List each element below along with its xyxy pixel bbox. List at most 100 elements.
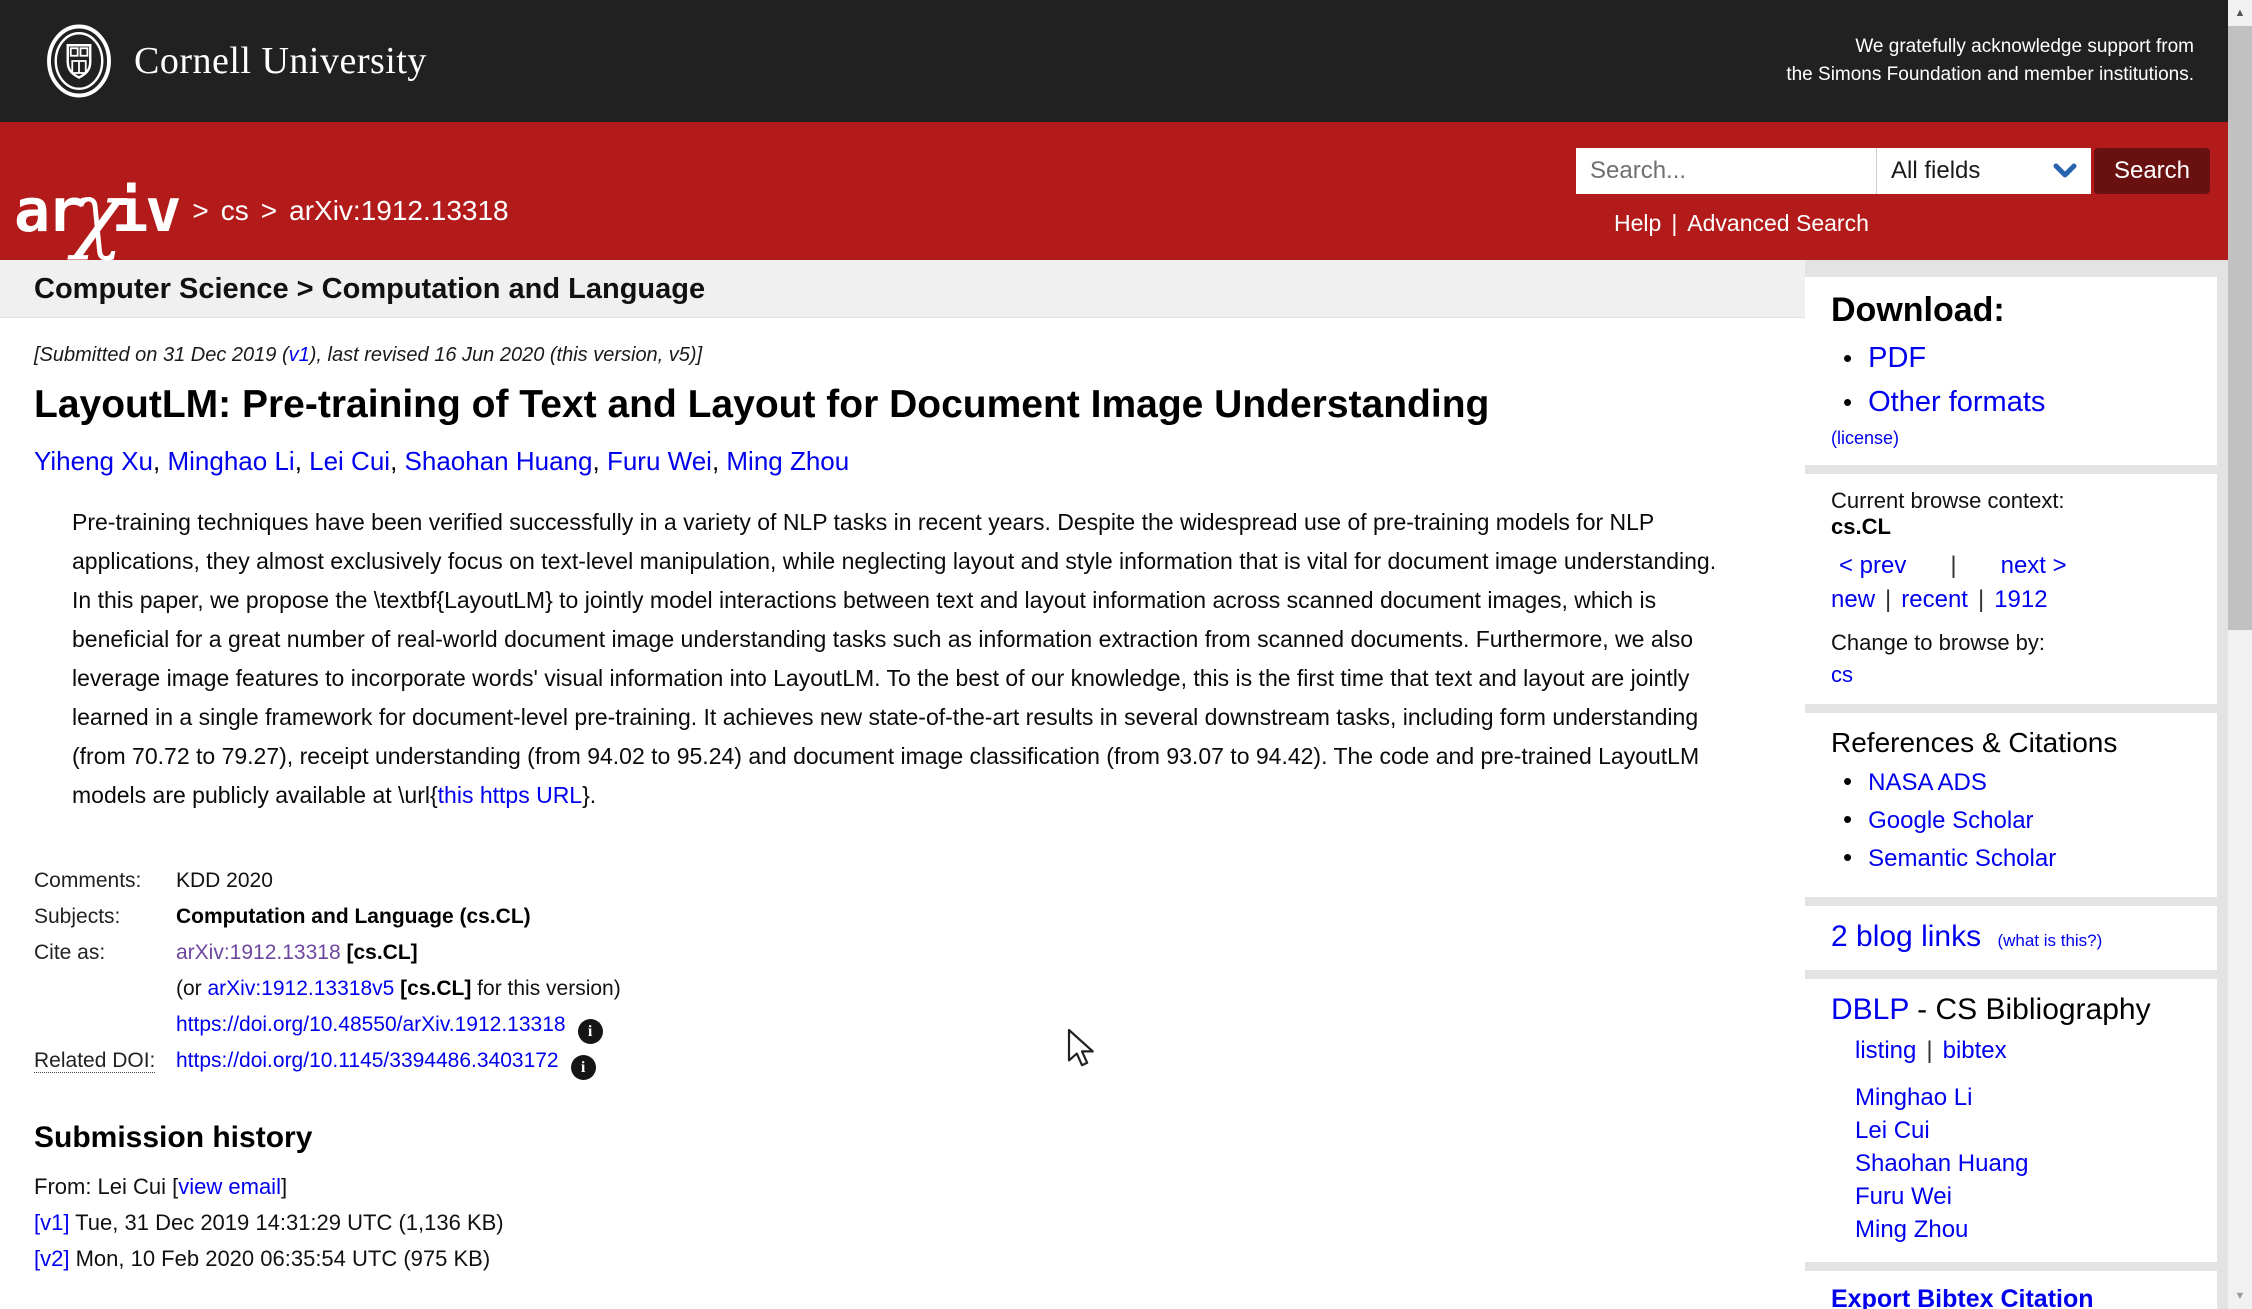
- banner-breadcrumb: > cs > arXiv:1912.13318: [192, 195, 508, 227]
- author-link[interactable]: Yiheng Xu: [34, 446, 153, 476]
- v2-history-text: Mon, 10 Feb 2020 06:35:54 UTC (975 KB): [69, 1246, 490, 1271]
- support-line-2: the Simons Foundation and member institu…: [1786, 61, 2194, 89]
- cornell-header: Cornell University We gratefully acknowl…: [0, 0, 2228, 122]
- new-link[interactable]: new: [1831, 586, 1875, 614]
- author-separator: ,: [153, 446, 167, 476]
- related-doi-link[interactable]: https://doi.org/10.1145/3394486.3403172: [176, 1049, 559, 1072]
- author-separator: ,: [295, 446, 309, 476]
- breadcrumb-arxiv-id-link[interactable]: arXiv:1912.13318: [289, 195, 509, 227]
- author-separator: ,: [390, 446, 404, 476]
- dblp-author-link[interactable]: Lei Cui: [1855, 1114, 2201, 1147]
- browse-cs-link[interactable]: cs: [1831, 662, 1853, 687]
- dblp-author-link[interactable]: Minghao Li: [1855, 1081, 2201, 1114]
- nav-pipe: |: [1950, 552, 1956, 580]
- info-icon[interactable]: i: [571, 1055, 596, 1080]
- author-link[interactable]: Furu Wei: [607, 446, 712, 476]
- what-is-this-link[interactable]: (what is this?): [1997, 931, 2102, 950]
- dblp-pipe: |: [1926, 1037, 1932, 1065]
- empty-label: [34, 1007, 176, 1043]
- dblp-title-rest: - CS Bibliography: [1909, 993, 2151, 1026]
- abstract: Pre-training techniques have been verifi…: [72, 503, 1732, 815]
- nasa-ads-link[interactable]: NASA ADS: [1868, 769, 1987, 796]
- cite-arxiv-id-link[interactable]: arXiv:1912.13318: [176, 941, 341, 964]
- authors-line: Yiheng Xu, Minghao Li, Lei Cui, Shaohan …: [34, 446, 1765, 477]
- help-link[interactable]: Help: [1614, 210, 1661, 237]
- subjects-label: Subjects:: [34, 899, 176, 935]
- refs-item: NASA ADS: [1843, 763, 2201, 801]
- breadcrumb-cs-link[interactable]: cs: [221, 195, 249, 227]
- scrollbar-thumb[interactable]: [2228, 26, 2252, 630]
- author-link[interactable]: Shaohan Huang: [405, 446, 593, 476]
- author-link[interactable]: Ming Zhou: [726, 446, 849, 476]
- arxiv-logo-chi: χ: [72, 164, 120, 262]
- next-link[interactable]: next >: [2001, 552, 2067, 580]
- semantic-scholar-link[interactable]: Semantic Scholar: [1868, 845, 2056, 872]
- cornell-wordmark: Cornell University: [134, 39, 427, 83]
- abstract-text: Pre-training techniques have been verifi…: [72, 509, 1716, 808]
- arxiv-logo-iv: iv: [112, 176, 178, 246]
- comments-label: Comments:: [34, 863, 176, 899]
- license-link[interactable]: (license): [1831, 428, 1899, 448]
- author-link[interactable]: Lei Cui: [309, 446, 390, 476]
- download-other-item: Other formats: [1843, 380, 2201, 424]
- dblp-bibtex-link[interactable]: bibtex: [1943, 1037, 2007, 1065]
- prev-link[interactable]: < prev: [1839, 552, 1906, 580]
- dblp-listing-link[interactable]: listing: [1855, 1037, 1916, 1065]
- cite-version-link[interactable]: arXiv:1912.13318v5: [208, 977, 395, 1000]
- blog-links-link[interactable]: 2 blog links: [1831, 920, 1981, 953]
- month-link[interactable]: 1912: [1994, 586, 2047, 614]
- info-icon[interactable]: i: [578, 1019, 603, 1044]
- references-panel: References & Citations NASA ADS Google S…: [1805, 713, 2217, 897]
- author-link[interactable]: Minghao Li: [167, 446, 294, 476]
- doi-link[interactable]: https://doi.org/10.48550/arXiv.1912.1331…: [176, 1013, 566, 1036]
- search-button[interactable]: Search: [2094, 148, 2210, 194]
- metadata-table: Comments: KDD 2020 Subjects: Computation…: [34, 863, 1765, 1079]
- dblp-author-link[interactable]: Furu Wei: [1855, 1180, 2201, 1213]
- cite-alt-category: [cs.CL]: [400, 977, 471, 1000]
- links-pipe: |: [1885, 586, 1891, 614]
- dblp-author-link[interactable]: Ming Zhou: [1855, 1213, 2201, 1246]
- v2-history-link[interactable]: [v2]: [34, 1246, 69, 1271]
- paper-title: LayoutLM: Pre-training of Text and Layou…: [34, 383, 1765, 428]
- version-row-v1: [v1] Tue, 31 Dec 2019 14:31:29 UTC (1,13…: [34, 1205, 1765, 1241]
- code-url-link[interactable]: this https URL: [438, 782, 582, 808]
- related-doi-label: Related DOI:: [34, 1049, 155, 1073]
- download-pdf-link[interactable]: PDF: [1868, 342, 1926, 374]
- search-input[interactable]: [1576, 148, 1876, 194]
- breadcrumb-separator: >: [192, 195, 208, 227]
- cornell-seal-icon: [46, 23, 112, 99]
- arxiv-logo-link[interactable]: arχiv: [14, 162, 178, 260]
- arxiv-abstract-page: Cornell University We gratefully acknowl…: [0, 0, 2228, 1309]
- v1-history-link[interactable]: [v1]: [34, 1210, 69, 1235]
- main-column: Computer Science > Computation and Langu…: [0, 260, 1805, 1309]
- search-field-select[interactable]: All fields: [1876, 148, 2091, 194]
- browse-context-category: cs.CL: [1831, 514, 2201, 540]
- advanced-search-link[interactable]: Advanced Search: [1687, 210, 1869, 237]
- google-scholar-link[interactable]: Google Scholar: [1868, 807, 2033, 834]
- references-title: References & Citations: [1831, 727, 2201, 759]
- cornell-logo-link[interactable]: Cornell University: [46, 23, 427, 99]
- download-pdf-item: PDF: [1843, 336, 2201, 380]
- dblp-author-link[interactable]: Shaohan Huang: [1855, 1147, 2201, 1180]
- empty-label: [34, 971, 176, 1007]
- arxiv-banner: arχiv > cs > arXiv:1912.13318 All fields…: [0, 122, 2228, 260]
- v1-link[interactable]: v1: [289, 344, 310, 366]
- scrollbar-up-arrow[interactable]: ▲: [2228, 0, 2252, 26]
- recent-link[interactable]: recent: [1901, 586, 1968, 614]
- export-bibtex-link[interactable]: Export Bibtex Citation: [1831, 1285, 2094, 1309]
- version-row-v2: [v2] Mon, 10 Feb 2020 06:35:54 UTC (975 …: [34, 1241, 1765, 1277]
- dblp-link[interactable]: DBLP: [1831, 993, 1909, 1026]
- blog-links-panel: 2 blog links (what is this?): [1805, 906, 2217, 970]
- download-panel: Download: PDF Other formats (license): [1805, 277, 2217, 465]
- export-bibtex-panel: Export Bibtex Citation: [1805, 1271, 2217, 1309]
- scrollbar-down-arrow[interactable]: ▼: [2228, 1283, 2252, 1309]
- submission-from-line: From: Lei Cui [view email]: [34, 1169, 1765, 1205]
- search-field-value: All fields: [1891, 157, 1980, 185]
- browse-context-panel: Current browse context: cs.CL < prev | n…: [1805, 474, 2217, 704]
- dateline-suffix: ), last revised 16 Jun 2020 (this versio…: [310, 344, 702, 366]
- v1-history-text: Tue, 31 Dec 2019 14:31:29 UTC (1,136 KB): [69, 1210, 503, 1235]
- view-email-link[interactable]: view email: [178, 1174, 281, 1199]
- vertical-scrollbar[interactable]: ▲ ▼: [2228, 0, 2252, 1309]
- author-separator: ,: [712, 446, 726, 476]
- other-formats-link[interactable]: Other formats: [1868, 386, 2045, 418]
